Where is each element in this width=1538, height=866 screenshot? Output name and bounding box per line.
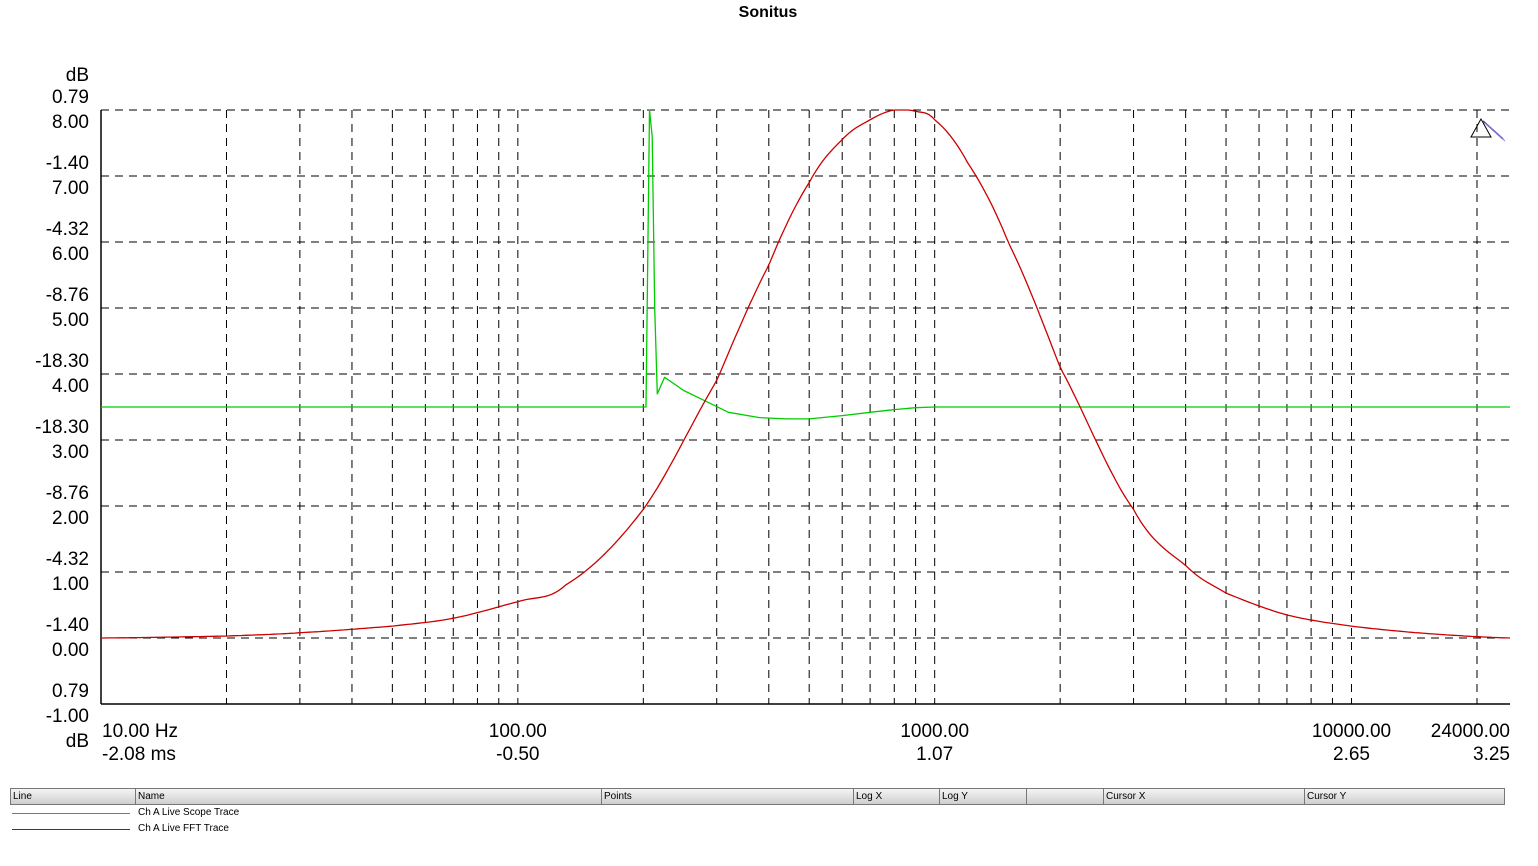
x-tick-label-time: 1.07	[916, 744, 953, 765]
y-tick-label-upper: -8.76	[46, 285, 89, 306]
legend-col-log-y[interactable]: Log Y	[940, 789, 1027, 804]
triangle-cursor-icon[interactable]	[1470, 117, 1506, 142]
y-tick-label-lower: -1.00	[46, 706, 89, 727]
legend-col-line[interactable]: Line	[11, 789, 136, 804]
y-tick-label-lower: 1.00	[52, 574, 89, 595]
x-axis-labels: 10.00 Hz-2.08 ms 100.00-0.50 1000.001.07 10…	[102, 721, 1510, 765]
legend-col-name[interactable]: Name	[136, 789, 602, 804]
y-tick-label-lower: 3.00	[52, 442, 89, 463]
y-axis-unit-bottom: dB	[66, 731, 89, 752]
chart: Sonitus dB0.798.00-1.407.00-4.326.00-8.7…	[35, 4, 1511, 765]
y-tick-label-lower: 5.00	[52, 310, 89, 331]
legend-table: Line Name Points Log X Log Y Cursor X Cu…	[10, 788, 1505, 837]
legend-row[interactable]: Ch A Live FFT Trace	[10, 821, 1505, 837]
x-tick-label-time: -2.08 ms	[102, 744, 176, 765]
legend-line-swatch	[12, 829, 130, 830]
y-tick-label-lower: 6.00	[52, 244, 89, 265]
x-tick-label-time: 2.65	[1333, 744, 1370, 765]
x-tick-label-freq: 10.00 Hz	[102, 721, 178, 742]
y-tick-label-upper: 0.79	[52, 87, 89, 108]
y-tick-label-lower: 4.00	[52, 376, 89, 397]
legend-series-name: Ch A Live FFT Trace	[138, 823, 229, 834]
y-tick-label-upper: 0.79	[52, 681, 89, 702]
y-tick-label-lower: 8.00	[52, 112, 89, 133]
x-tick-label-time: 3.25	[1473, 744, 1510, 765]
y-tick-label-upper: -18.30	[35, 351, 89, 372]
y-tick-label-upper: -1.40	[46, 153, 89, 174]
y-axis-unit-top: dB	[66, 65, 89, 86]
x-tick-label-freq: 10000.00	[1312, 721, 1391, 742]
y-tick-label-upper: -4.32	[46, 549, 89, 570]
y-tick-label-upper: -18.30	[35, 417, 89, 438]
legend-header: Line Name Points Log X Log Y Cursor X Cu…	[10, 788, 1505, 805]
x-tick-label-freq: 1000.00	[900, 721, 969, 742]
legend-col-cursor-y[interactable]: Cursor Y	[1305, 789, 1504, 804]
x-tick-label-time: -0.50	[496, 744, 539, 765]
y-tick-label-upper: -1.40	[46, 615, 89, 636]
y-axis-labels: dB0.798.00-1.407.00-4.326.00-8.765.00-18…	[35, 65, 89, 752]
legend-col-points[interactable]: Points	[602, 789, 854, 804]
y-tick-label-lower: 7.00	[52, 178, 89, 199]
y-tick-label-lower: 2.00	[52, 508, 89, 529]
y-tick-label-lower: 0.00	[52, 640, 89, 661]
y-tick-label-upper: -4.32	[46, 219, 89, 240]
chart-title: Sonitus	[739, 4, 798, 21]
legend-row[interactable]: Ch A Live Scope Trace	[10, 805, 1505, 821]
legend-col-log-x[interactable]: Log X	[854, 789, 940, 804]
y-tick-label-upper: -8.76	[46, 483, 89, 504]
legend-col-blank[interactable]	[1027, 789, 1104, 804]
scope-trace-line	[101, 109, 1510, 420]
legend-col-cursor-x[interactable]: Cursor X	[1104, 789, 1305, 804]
x-tick-label-freq: 100.00	[489, 721, 547, 742]
x-tick-label-freq: 24000.00	[1431, 721, 1510, 742]
legend-series-name: Ch A Live Scope Trace	[138, 807, 240, 818]
legend-line-swatch	[12, 813, 130, 814]
